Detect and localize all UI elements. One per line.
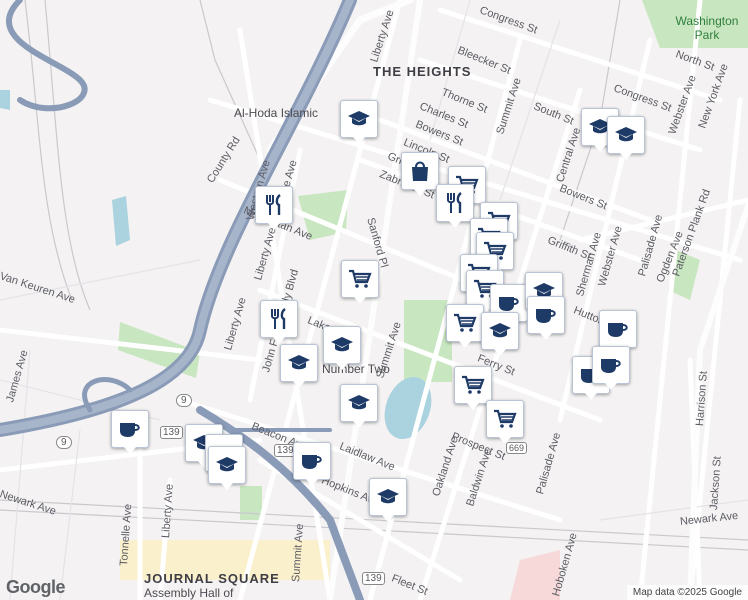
shopping-marker-griffith[interactable] bbox=[401, 152, 439, 196]
poi-label-al-hoda: Al-Hoda Islamic bbox=[234, 106, 319, 120]
school-icon bbox=[488, 319, 512, 343]
cafe-icon bbox=[534, 303, 558, 327]
neighborhood-label-the-heights: THE HEIGHTS bbox=[373, 64, 472, 79]
school-marker-north-east-2[interactable] bbox=[607, 116, 645, 160]
school-icon bbox=[215, 453, 239, 477]
grocery-icon bbox=[493, 407, 517, 431]
neighborhood-label-journal-square: JOURNAL SQUARE bbox=[144, 571, 280, 586]
route-shield: 139 bbox=[362, 572, 385, 585]
restaurant-marker-manhattan[interactable] bbox=[255, 186, 293, 230]
school-icon bbox=[614, 123, 638, 147]
grocery-icon bbox=[453, 311, 477, 335]
cafe-marker-route9[interactable] bbox=[111, 410, 149, 454]
park-area bbox=[240, 486, 262, 520]
school-marker-hopkins[interactable] bbox=[369, 478, 407, 522]
school-icon bbox=[330, 333, 354, 357]
grocery-marker-summit[interactable] bbox=[446, 304, 484, 348]
route-shield: 9 bbox=[176, 394, 192, 407]
cafe-icon bbox=[599, 353, 623, 377]
cafe-icon bbox=[118, 417, 142, 441]
school-icon bbox=[347, 391, 371, 415]
cafe-icon bbox=[606, 317, 630, 341]
grocery-marker-prospect[interactable] bbox=[454, 366, 492, 410]
school-marker-laidlaw[interactable] bbox=[340, 384, 378, 428]
school-marker-139-2[interactable] bbox=[208, 446, 246, 490]
route-shield: 9 bbox=[56, 436, 72, 449]
cafe-icon bbox=[300, 449, 324, 473]
restaurant-marker-lake[interactable] bbox=[260, 300, 298, 344]
grocery-icon bbox=[348, 267, 372, 291]
cafe-marker-palisade-3[interactable] bbox=[592, 346, 630, 390]
cafe-marker-beacon[interactable] bbox=[293, 442, 331, 486]
google-logo: Google bbox=[6, 577, 66, 597]
school-marker-number-two[interactable] bbox=[280, 344, 318, 388]
restaurant-icon bbox=[443, 191, 467, 215]
grocery-marker-sanford[interactable] bbox=[341, 260, 379, 304]
grocery-marker-baldwin[interactable] bbox=[486, 400, 524, 444]
school-marker-ferry[interactable] bbox=[481, 312, 519, 356]
school-icon bbox=[347, 107, 371, 131]
school-icon bbox=[376, 485, 400, 509]
school-marker-lake[interactable] bbox=[323, 326, 361, 370]
restaurant-marker-zabriskie[interactable] bbox=[436, 184, 474, 228]
cafe-marker-palisade[interactable] bbox=[599, 310, 637, 354]
grocery-icon bbox=[461, 373, 485, 397]
park-label-washington-park: Washington Park bbox=[675, 14, 739, 42]
water-pond bbox=[0, 90, 10, 110]
shopping-icon bbox=[408, 159, 432, 183]
school-marker-al-hoda[interactable] bbox=[340, 100, 378, 144]
map-attribution[interactable]: Map data ©2025 Google bbox=[626, 585, 748, 600]
poi-label-assembly-hall: Assembly Hall of bbox=[144, 586, 234, 600]
cafe-marker-hutton-2[interactable] bbox=[527, 296, 565, 340]
restaurant-icon bbox=[262, 193, 286, 217]
school-icon bbox=[287, 351, 311, 375]
restaurant-icon bbox=[267, 307, 291, 331]
route-shield: 139 bbox=[160, 426, 183, 439]
